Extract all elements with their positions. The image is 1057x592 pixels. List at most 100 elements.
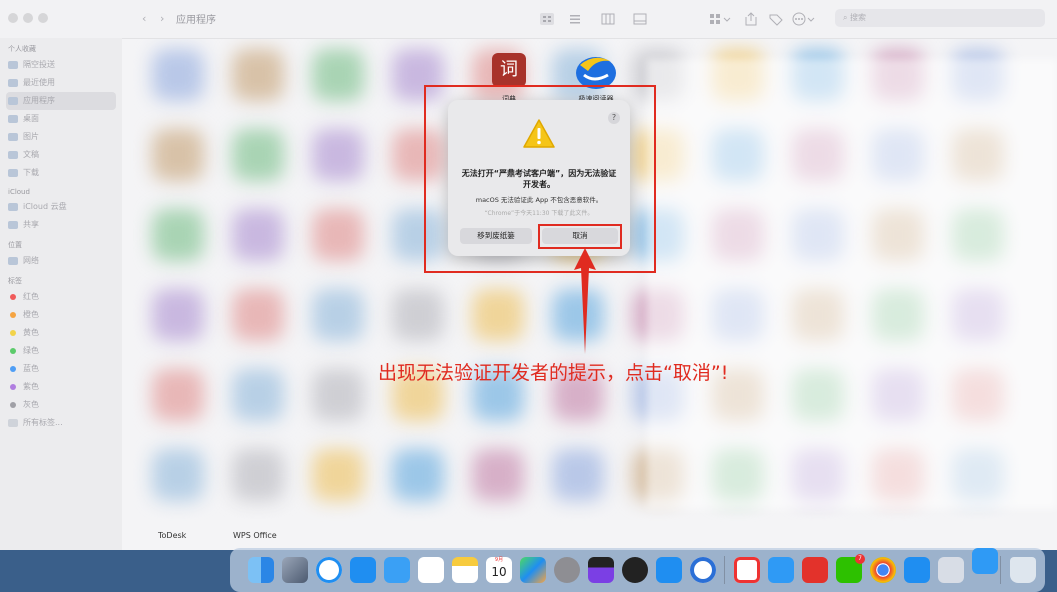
blurred-app-icon xyxy=(472,289,524,341)
finder-dock-icon[interactable] xyxy=(248,557,274,583)
view-mode-icons[interactable] xyxy=(540,12,668,26)
orange-tag-dot xyxy=(10,312,16,318)
red-tag-dot xyxy=(10,294,16,300)
maps-dock-icon[interactable] xyxy=(520,557,546,583)
testflight-dock-icon[interactable] xyxy=(972,548,998,574)
sidebar-tag-yellow[interactable]: 黄色 xyxy=(0,324,122,342)
blurred-app-icon xyxy=(312,49,364,101)
sidebar-item-label: 下载 xyxy=(23,168,39,177)
dingtalk-dock-icon[interactable] xyxy=(904,557,930,583)
blurred-app-icon xyxy=(392,449,444,501)
sidebar-item-applications[interactable]: 应用程序 xyxy=(6,92,116,110)
close-window-button[interactable] xyxy=(8,13,18,23)
sidebar-item-airdrop[interactable]: 隔空投送 xyxy=(0,56,122,74)
sidebar-tag-blue[interactable]: 蓝色 xyxy=(0,360,122,378)
chrome-dock-icon[interactable] xyxy=(870,557,896,583)
sidebar-item-downloads[interactable]: 下载 xyxy=(0,164,122,182)
blurred-app-icon xyxy=(152,369,204,421)
sidebar-item-pictures[interactable]: 图片 xyxy=(0,128,122,146)
sidebar-item-label: 红色 xyxy=(23,292,39,301)
network-icon xyxy=(8,257,18,265)
minimize-window-button[interactable] xyxy=(23,13,33,23)
cancel-highlight-box xyxy=(538,224,622,249)
preview-dock-icon[interactable] xyxy=(938,557,964,583)
toolbar-action-icons[interactable] xyxy=(708,11,828,27)
pictures-icon xyxy=(8,133,18,141)
blurred-app-icon xyxy=(152,289,204,341)
system-settings-dock-icon[interactable] xyxy=(554,557,580,583)
blurred-app-icon xyxy=(312,369,364,421)
sidebar-section-tags: 标签 xyxy=(8,277,22,285)
sidebar-item-network[interactable]: 网络 xyxy=(0,252,122,270)
sidebar-item-icloud-drive[interactable]: iCloud 云盘 xyxy=(0,198,122,216)
blurred-app-icon xyxy=(312,129,364,181)
dock: 9月 10 7 xyxy=(230,548,1045,592)
pinduoduo-dock-icon[interactable] xyxy=(802,557,828,583)
trash-dock-icon[interactable] xyxy=(1010,557,1036,583)
launchpad-dock-icon[interactable] xyxy=(282,557,308,583)
green-tag-dot xyxy=(10,348,16,354)
sidebar-item-label: 黄色 xyxy=(23,328,39,337)
sidebar-item-label: 文稿 xyxy=(23,150,39,159)
dock-separator xyxy=(724,556,725,584)
sidebar-item-desktop[interactable]: 桌面 xyxy=(0,110,122,128)
safari-dock-icon[interactable] xyxy=(316,557,342,583)
blurred-app-icon xyxy=(232,129,284,181)
cloud-icon xyxy=(8,203,18,211)
sidebar-all-tags[interactable]: 所有标签... xyxy=(0,414,122,432)
annotation-arrow-icon xyxy=(574,248,596,354)
notification-badge: 7 xyxy=(855,554,865,564)
download-icon xyxy=(8,169,18,177)
qq-dock-icon[interactable] xyxy=(768,557,794,583)
sidebar-item-documents[interactable]: 文稿 xyxy=(0,146,122,164)
forward-button[interactable]: › xyxy=(160,12,164,25)
sidebar-item-label: 共享 xyxy=(23,220,39,229)
sidebar-item-label: 绿色 xyxy=(23,346,39,355)
sidebar-tag-red[interactable]: 红色 xyxy=(0,288,122,306)
sidebar-section-favorites: 个人收藏 xyxy=(8,45,36,53)
blurred-app-icon xyxy=(312,449,364,501)
edge-dock-icon[interactable] xyxy=(690,557,716,583)
window-title: 应用程序 xyxy=(176,15,216,26)
app-store-dock-icon[interactable] xyxy=(350,557,376,583)
back-button[interactable]: ‹ xyxy=(142,12,146,25)
zoom-window-button[interactable] xyxy=(38,13,48,23)
sidebar-item-label: 紫色 xyxy=(23,382,39,391)
blurred-app-icon xyxy=(552,449,604,501)
dock-separator xyxy=(1000,556,1001,584)
desktop-icon xyxy=(8,115,18,123)
sidebar-item-label: 蓝色 xyxy=(23,364,39,373)
sidebar-tag-orange[interactable]: 橙色 xyxy=(0,306,122,324)
sidebar-item-recents[interactable]: 最近使用 xyxy=(0,74,122,92)
1password-dock-icon[interactable] xyxy=(622,557,648,583)
sidebar: 个人收藏 隔空投送 最近使用 应用程序 桌面 图片 文稿 下载 iCloud i… xyxy=(0,38,122,550)
airdrop-icon xyxy=(8,61,18,69)
sidebar-tag-green[interactable]: 绿色 xyxy=(0,342,122,360)
notes-dock-icon[interactable] xyxy=(452,557,478,583)
calendar-dock-icon[interactable]: 9月 10 xyxy=(486,557,512,583)
finder-alt-dock-icon[interactable] xyxy=(656,557,682,583)
final-cut-dock-icon[interactable] xyxy=(588,557,614,583)
calendar-day: 10 xyxy=(491,565,507,579)
search-placeholder: 搜索 xyxy=(850,13,867,22)
wechat-dock-icon[interactable]: 7 xyxy=(836,554,865,583)
search-field[interactable]: ⌕ 搜索 xyxy=(835,9,1045,27)
sidebar-tag-gray[interactable]: 灰色 xyxy=(0,396,122,414)
dictionary-app-icon[interactable]: 词 xyxy=(492,53,526,87)
blurred-app-icon xyxy=(152,49,204,101)
title-bar: ‹ › 应用程序 ⌕ 搜索 xyxy=(0,0,1057,39)
blurred-app-icon xyxy=(152,129,204,181)
wps-dock-icon[interactable] xyxy=(734,557,760,583)
blurred-app-icon xyxy=(472,449,524,501)
sidebar-item-shared[interactable]: 共享 xyxy=(0,216,122,234)
sidebar-item-label: 网络 xyxy=(23,256,39,265)
reminders-dock-icon[interactable] xyxy=(418,557,444,583)
mail-dock-icon[interactable] xyxy=(384,557,410,583)
gray-tag-dot xyxy=(10,402,16,408)
sidebar-item-label: 所有标签... xyxy=(23,418,63,427)
sidebar-item-label: 应用程序 xyxy=(23,96,55,105)
blurred-app-icon xyxy=(232,449,284,501)
document-icon xyxy=(8,151,18,159)
sidebar-item-label: 橙色 xyxy=(23,310,39,319)
sidebar-tag-purple[interactable]: 紫色 xyxy=(0,378,122,396)
